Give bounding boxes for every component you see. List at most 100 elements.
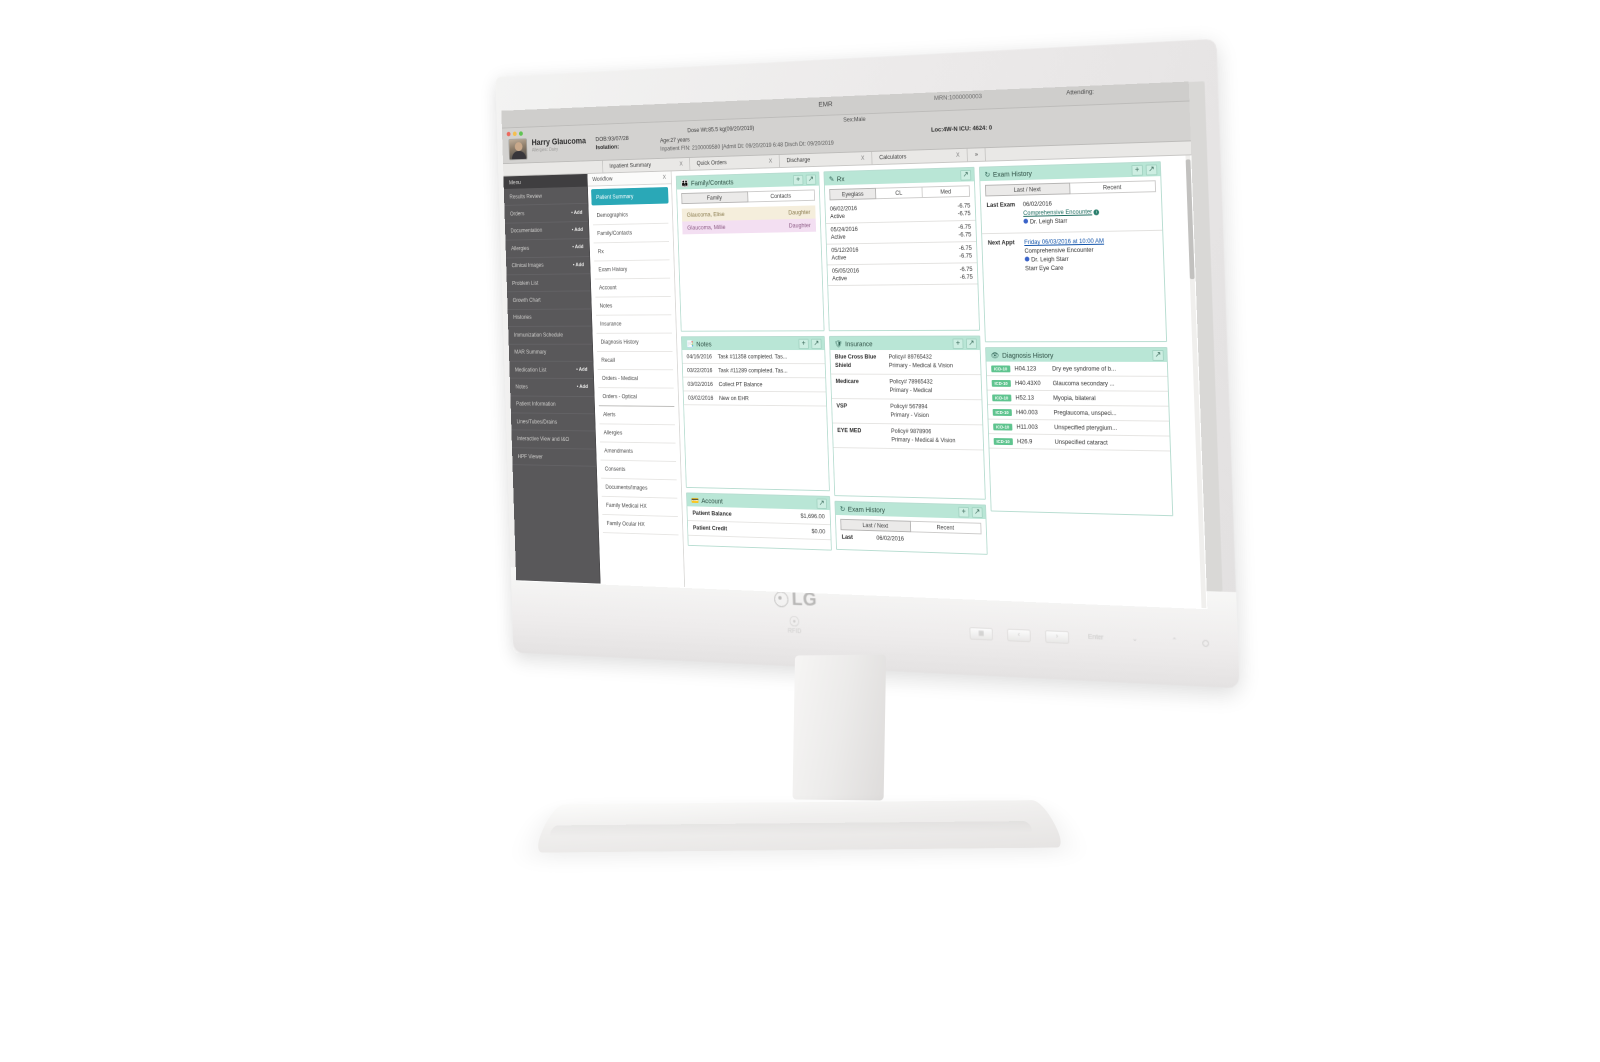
rx-row[interactable]: 05/24/2016 Active -6.75 -6.75 (826, 220, 977, 245)
sidebar-add-button[interactable]: • Add (577, 385, 588, 390)
workflow-item-orders-medical[interactable]: Orders - Medical (597, 369, 674, 389)
close-icon[interactable]: X (679, 161, 682, 167)
family-row[interactable]: Glaucoma, Millie Daughter (682, 218, 817, 235)
add-exam-button[interactable]: + (1131, 164, 1144, 176)
sidebar-item-histories[interactable]: Histories (507, 309, 592, 328)
workflow-item-family-medical-hx[interactable]: Family Medical HX (601, 496, 678, 518)
note-row[interactable]: 03/22/2016 Task #11289 completed. Tas... (682, 363, 826, 379)
sidebar-add-button[interactable]: • Add (573, 262, 584, 268)
sidebar-item-lines-tubes-drains[interactable]: Lines/Tubes/Drains (510, 413, 595, 432)
note-row[interactable]: 03/02/2016 New on EHR (683, 391, 827, 407)
expand-icon[interactable]: ↗ (1145, 163, 1158, 176)
monitor-left-button[interactable]: ‹ (1006, 628, 1031, 643)
workflow-item-consents[interactable]: Consents (600, 460, 677, 481)
sidebar-item-mar-summary[interactable]: MAR Summary (508, 344, 593, 362)
expand-icon[interactable]: ↗ (816, 497, 828, 509)
close-window-dot[interactable] (506, 131, 511, 137)
monitor-down-button[interactable]: ⌄ (1123, 633, 1148, 647)
expand-icon[interactable]: ↗ (1152, 349, 1164, 361)
monitor-power-button[interactable] (1202, 639, 1210, 648)
workflow-item-alerts[interactable]: Alerts (598, 406, 675, 426)
add-exam-button[interactable]: + (958, 506, 970, 518)
insurance-row[interactable]: Medicare Policy# 78965432 Primary - Medica… (831, 374, 982, 401)
add-note-button[interactable]: + (798, 338, 809, 349)
workflow-item-exam-history[interactable]: Exam History (594, 260, 671, 280)
workflow-item-account[interactable]: Account (594, 278, 671, 298)
close-icon[interactable]: X (861, 155, 865, 161)
close-icon[interactable]: X (769, 158, 773, 164)
sidebar-item-notes[interactable]: Notes • Add (509, 378, 594, 397)
insurance-row[interactable]: VSP Policy# 567894 Primary - Vision (831, 399, 983, 426)
tab-contacts[interactable]: Contacts (747, 189, 816, 203)
close-icon[interactable]: X (663, 174, 667, 181)
diagnosis-row[interactable]: ICD-10 H04.123 Dry eye syndrome of b... (986, 361, 1168, 377)
sidebar-item-interactive-view-and-i-o[interactable]: Interactive View and I&O (511, 430, 596, 450)
tab-med[interactable]: Med (922, 185, 971, 199)
monitor-up-button[interactable]: ⌃ (1162, 635, 1187, 649)
tab-eyeglass[interactable]: Eyeglass (829, 187, 877, 201)
workflow-item-amendments[interactable]: Amendments (600, 442, 677, 462)
more-tabs-button[interactable]: » (967, 148, 987, 162)
sidebar-item-problem-list[interactable]: Problem List (506, 274, 591, 293)
workflow-item-documents-images[interactable]: Documents/Images (601, 478, 678, 499)
expand-icon[interactable]: ↗ (811, 338, 822, 349)
diagnosis-code: H26.9 (1016, 437, 1033, 445)
insurance-row[interactable]: EYE MED Policy# 9878906 Primary - Medical … (832, 423, 984, 451)
add-insurance-button[interactable]: + (952, 337, 964, 349)
expand-icon[interactable]: ↗ (805, 173, 817, 185)
workflow-item-orders-optical[interactable]: Orders - Optical (598, 388, 675, 407)
monitor-menu-button[interactable]: ▦ (969, 627, 994, 641)
workflow-item-family-ocular-hx[interactable]: Family Ocular HX (602, 514, 679, 536)
sidebar-add-button[interactable]: • Add (576, 367, 587, 372)
sidebar-item-clinical-images[interactable]: Clinical Images • Add (505, 256, 590, 276)
diagnosis-row[interactable]: ICD-10 H52.13 Myopia, bilateral (987, 390, 1169, 407)
sidebar-add-button[interactable]: • Add (572, 245, 583, 251)
tab-last-next[interactable]: Last / Next (840, 518, 911, 533)
exam-last-encounter-link[interactable]: Comprehensive Encounter (1023, 209, 1092, 217)
expand-icon[interactable]: ↗ (960, 169, 972, 181)
sidebar-item-medication-list[interactable]: Medication List • Add (509, 361, 594, 380)
workflow-item-demographics[interactable]: Demographics (592, 205, 669, 226)
sidebar-item-results-review[interactable]: Results Review (503, 186, 588, 207)
diagnosis-row[interactable]: ICD-10 H40.43X0 Glaucoma secondary ... (986, 376, 1168, 392)
maximize-window-dot[interactable] (518, 131, 523, 136)
workflow-item-rx[interactable]: Rx (593, 241, 670, 262)
sidebar-item-orders[interactable]: Orders • Add (504, 204, 589, 224)
note-row[interactable]: 03/02/2016 Collect PT Balance (683, 377, 826, 393)
workflow-item-notes[interactable]: Notes (595, 296, 672, 316)
rx-row[interactable]: 05/12/2016 Active -6.75 -6.75 (826, 242, 977, 266)
sidebar-item-hpf-viewer[interactable]: HPF Viewer (511, 447, 597, 467)
workflow-item-diagnosis-history[interactable]: Diagnosis History (596, 333, 673, 352)
workflow-item-family-contacts[interactable]: Family/Contacts (593, 223, 669, 244)
note-row[interactable]: 04/16/2016 Task #11358 completed. Tas... (682, 350, 825, 365)
diagnosis-row[interactable]: ICD-10 H26.9 Unspecified cataract (988, 434, 1171, 452)
tab-recent[interactable]: Recent (910, 520, 982, 535)
expand-icon[interactable]: ↗ (971, 506, 983, 518)
workflow-item-patient-summary[interactable]: Patient Summary (591, 187, 668, 205)
workflow-item-recall[interactable]: Recall (597, 351, 674, 371)
minimize-window-dot[interactable] (512, 131, 517, 137)
sidebar-item-documentation[interactable]: Documentation • Add (504, 221, 589, 241)
info-icon[interactable]: i (1093, 209, 1100, 216)
sidebar-item-allergies[interactable]: Allergies • Add (505, 239, 590, 258)
window-controls[interactable] (506, 131, 523, 137)
workflow-item-insurance[interactable]: Insurance (595, 315, 672, 334)
close-icon[interactable]: X (956, 152, 960, 158)
workflow-item-allergies[interactable]: Allergies (599, 424, 676, 444)
tab-recent[interactable]: Recent (1069, 180, 1157, 195)
sidebar-add-button[interactable]: • Add (571, 210, 582, 216)
sidebar-item-immunization-schedule[interactable]: Immunization Schedule (508, 326, 593, 345)
monitor-enter-button[interactable]: Enter (1084, 632, 1109, 646)
sidebar-item-growth-chart[interactable]: Growth Chart (507, 291, 591, 310)
tab-family[interactable]: Family (681, 191, 748, 205)
monitor-right-button[interactable]: › (1045, 630, 1070, 644)
expand-icon[interactable]: ↗ (965, 337, 978, 349)
tab-last-next[interactable]: Last / Next (984, 182, 1071, 197)
insurance-row[interactable]: Blue Cross Blue Shield Policy# 89765432 Pr… (830, 350, 981, 376)
rx-row[interactable]: 05/05/2016 Active -6.75 -6.75 (827, 263, 978, 287)
add-family-contact-button[interactable]: + (792, 174, 804, 185)
tab-cl[interactable]: CL (875, 186, 923, 200)
sidebar-add-button[interactable]: • Add (572, 227, 583, 233)
monitor-button-row[interactable]: ▦ ‹ › Enter ⌄ ⌃ (969, 627, 1210, 650)
sidebar-item-patient-information[interactable]: Patient Information (510, 396, 595, 415)
